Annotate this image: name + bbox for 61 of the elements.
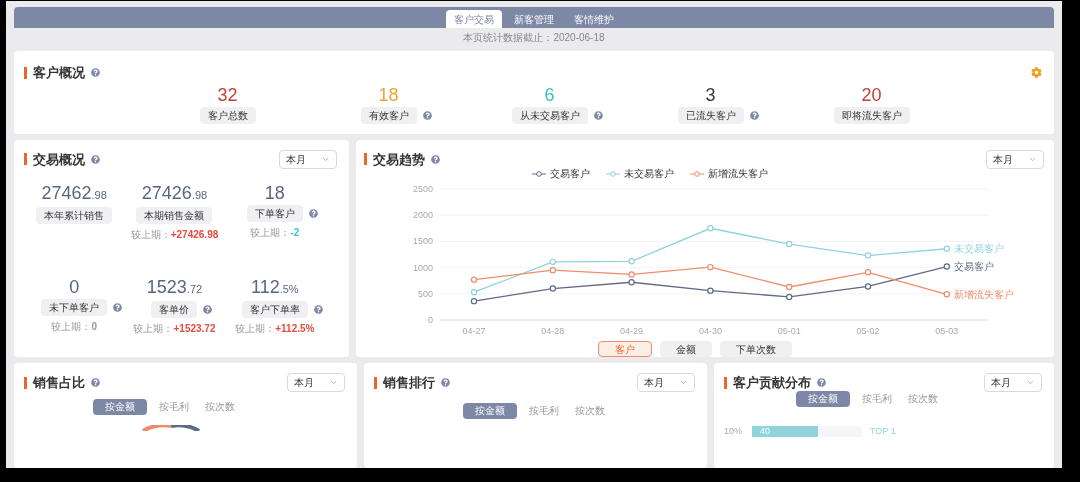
card-title: 客户贡献分布 <box>733 374 811 393</box>
comparison-label: 较上期： <box>235 322 276 337</box>
stat-label: 本年累计销售 <box>36 207 113 225</box>
x-tick-label: 04-28 <box>541 326 565 337</box>
card-title: 交易趋势 <box>373 150 425 169</box>
x-tick-label: 05-02 <box>856 326 880 337</box>
comparison-value: 0 <box>91 320 97 335</box>
comparison-label: 较上期： <box>133 322 174 337</box>
y-tick-label: 2500 <box>412 184 433 195</box>
stat-value: 6 <box>544 83 555 107</box>
stat-value: 18 <box>378 83 399 107</box>
stat-value: 0 <box>69 276 80 300</box>
series-end-label: 新增流失客户 <box>953 289 1014 301</box>
comparison-label: 较上期： <box>130 228 171 243</box>
stat-value: 27462.98 <box>41 182 107 206</box>
share-label: 10% <box>724 424 743 438</box>
series-end-label: 未交易客户 <box>953 243 1004 255</box>
comparison-value: +1523.72 <box>173 322 216 337</box>
y-tick-label: 500 <box>417 289 433 299</box>
x-tick-label: 04-27 <box>462 326 486 337</box>
stat-label: 客单价 <box>151 301 198 319</box>
comparison-value: +27426.98 <box>170 228 219 243</box>
x-tick-label: 05-03 <box>935 326 959 337</box>
stat-label: 客户下单率 <box>241 301 308 319</box>
series-end-label: 交易客户 <box>953 261 994 273</box>
stat-value: 1523.72 <box>146 276 203 300</box>
comparison-value: -2 <box>290 226 300 241</box>
y-tick-label: 1500 <box>412 236 433 247</box>
comparison-value: +112.5% <box>275 322 315 337</box>
x-tick-label: 04-30 <box>698 326 722 337</box>
stat-label: 本期销售金额 <box>136 207 213 225</box>
card-title: 客户概况 <box>33 64 85 82</box>
stat-value: 112.5% <box>251 276 299 300</box>
legend-label: 未交易客户 <box>624 167 674 182</box>
stat-label: 客户总数 <box>199 106 256 124</box>
stat-label: 未下单客户 <box>41 299 108 317</box>
bar-value: 40 <box>760 424 770 438</box>
stat-value: 27426.98 <box>141 182 208 206</box>
stat-label: 从未交易客户 <box>511 106 588 124</box>
legend-label: 交易客户 <box>550 167 590 182</box>
x-tick-label: 05-01 <box>777 326 801 337</box>
stat-label: 下单客户 <box>246 205 303 223</box>
stat-value: 3 <box>705 83 716 107</box>
x-tick-label: 04-29 <box>620 326 644 337</box>
y-tick-label: 1000 <box>412 262 433 273</box>
stat-value: 20 <box>861 83 882 107</box>
comparison-label: 较上期： <box>51 320 92 335</box>
stat-label: 已流失客户 <box>677 106 744 124</box>
y-tick-label: 2000 <box>412 210 433 221</box>
card-title: 销售排行 <box>383 374 435 393</box>
stat-label: 即将流失客户 <box>833 106 910 124</box>
stat-label: 有效客户 <box>360 106 417 124</box>
data-cutoff-date: 本页统计数据截止：2020-06-18 <box>463 31 605 45</box>
comparison-label: 较上期： <box>250 226 291 241</box>
stat-value: 18 <box>264 182 285 206</box>
stat-value: 32 <box>217 83 238 107</box>
card-title: 交易概况 <box>33 150 85 169</box>
y-tick-label: 0 <box>428 315 433 326</box>
card-title: 销售占比 <box>33 374 85 393</box>
rank-label: TOP 1 <box>870 424 896 438</box>
legend-label: 新增流失客户 <box>708 167 768 182</box>
